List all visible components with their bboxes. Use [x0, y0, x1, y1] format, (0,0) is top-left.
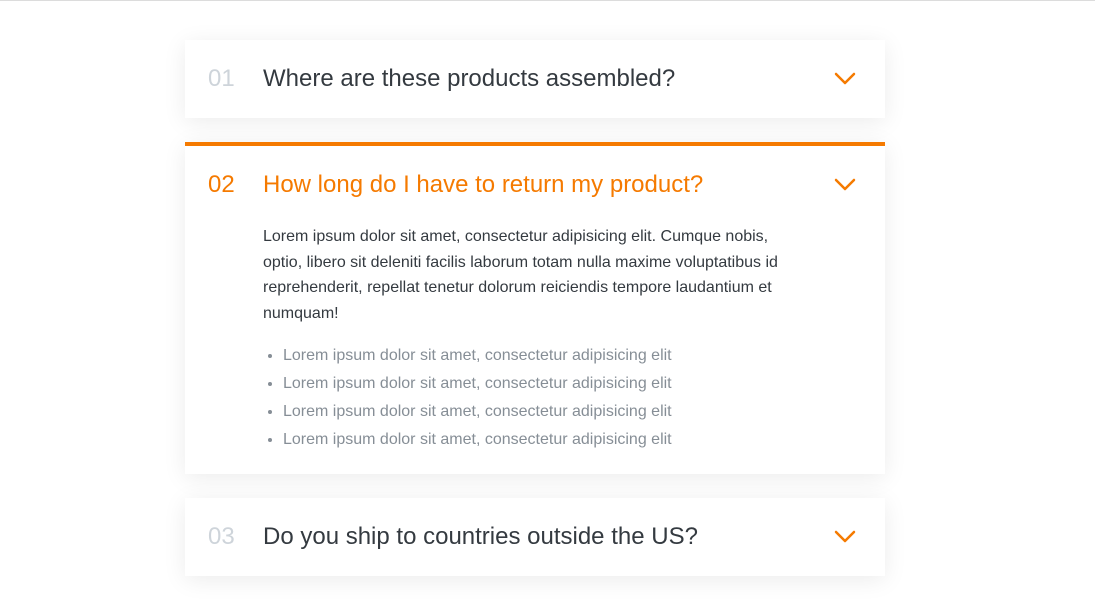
- list-item: Lorem ipsum dolor sit amet, consectetur …: [283, 342, 805, 370]
- faq-item-1-header[interactable]: 01 Where are these products assembled?: [185, 40, 885, 118]
- chevron-down-icon[interactable]: [833, 67, 857, 91]
- faq-question: Do you ship to countries outside the US?: [263, 523, 698, 551]
- chevron-down-icon[interactable]: [833, 173, 857, 197]
- top-divider: [0, 0, 1095, 1]
- faq-answer-paragraph: Lorem ipsum dolor sit amet, consectetur …: [263, 228, 778, 322]
- faq-item-2-header[interactable]: 02 How long do I have to return my produ…: [185, 146, 885, 224]
- faq-answer: Lorem ipsum dolor sit amet, consectetur …: [185, 224, 885, 474]
- faq-item-number: 03: [208, 523, 235, 551]
- faq-item-number: 01: [208, 65, 235, 92]
- faq-item-2: 02 How long do I have to return my produ…: [185, 142, 885, 475]
- faq-item-1: 01 Where are these products assembled?: [185, 40, 885, 118]
- faq-accordion: 01 Where are these products assembled? 0…: [185, 40, 885, 577]
- chevron-down-icon[interactable]: [833, 525, 857, 549]
- faq-item-3-header[interactable]: 03 Do you ship to countries outside the …: [185, 498, 885, 576]
- list-item: Lorem ipsum dolor sit amet, consectetur …: [283, 398, 805, 426]
- faq-item-3: 03 Do you ship to countries outside the …: [185, 498, 885, 577]
- faq-question: How long do I have to return my product?: [263, 171, 704, 198]
- list-item: Lorem ipsum dolor sit amet, consectetur …: [283, 426, 805, 454]
- list-item: Lorem ipsum dolor sit amet, consectetur …: [283, 370, 805, 398]
- faq-answer-list: Lorem ipsum dolor sit amet, consectetur …: [263, 342, 805, 454]
- faq-question: Where are these products assembled?: [263, 65, 676, 92]
- faq-item-number: 02: [208, 171, 235, 198]
